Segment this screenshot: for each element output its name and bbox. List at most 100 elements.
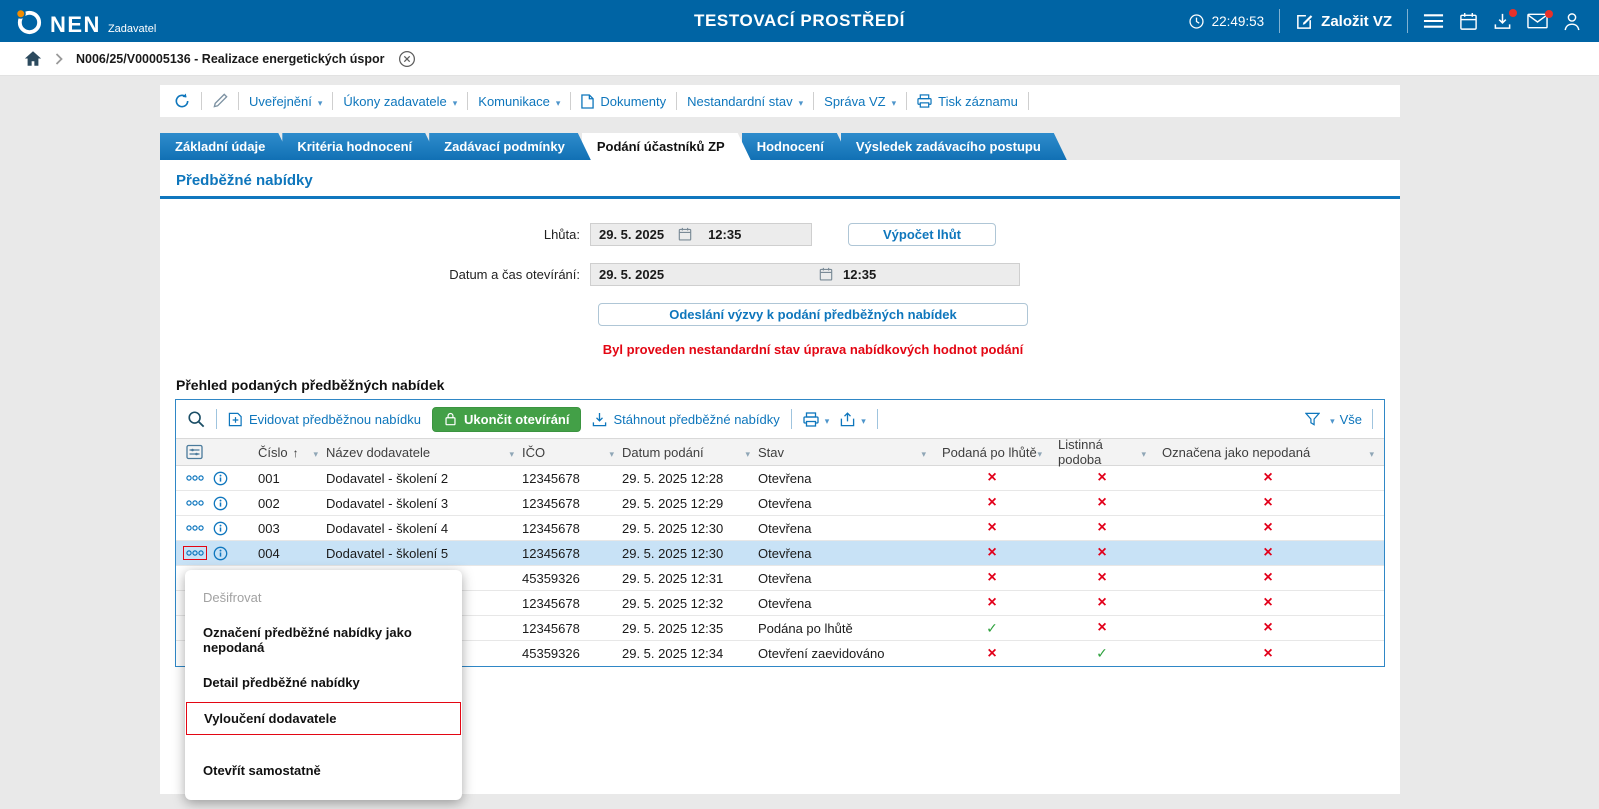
divider xyxy=(201,92,202,110)
cell-stav: Otevřena xyxy=(758,521,934,536)
edit-record-icon[interactable] xyxy=(212,93,228,109)
create-vz-button[interactable]: Založit VZ xyxy=(1295,12,1392,31)
col-header-ico[interactable]: IČO xyxy=(522,445,622,460)
lhuta-time-value[interactable]: 12:35 xyxy=(708,227,741,242)
home-icon[interactable] xyxy=(24,50,42,67)
cell-ico: 12345678 xyxy=(522,546,622,561)
odeslani-vyzvy-button[interactable]: Odeslání výzvy k podání předběžných nabí… xyxy=(598,303,1028,326)
search-icon[interactable] xyxy=(187,410,205,428)
row-actions-icon[interactable] xyxy=(186,524,204,532)
column-menu-icon[interactable] xyxy=(1369,445,1374,460)
column-menu-icon[interactable] xyxy=(921,445,926,460)
printer-icon xyxy=(917,94,932,108)
tab-kriteria-hodnoceni[interactable]: Kritéria hodnocení xyxy=(282,133,438,160)
toolbar-item-nestandardni-stav[interactable]: Nestandardní stav xyxy=(687,94,803,109)
history-icon[interactable] xyxy=(173,92,191,110)
vypocet-lhut-button[interactable]: Výpočet lhůt xyxy=(848,223,996,246)
col-label: Listinná podoba xyxy=(1058,437,1141,467)
col-header-nazev-dodavatele[interactable]: Název dodavatele xyxy=(326,445,522,460)
ukoncit-otevirani-button[interactable]: Ukončit otevírání xyxy=(432,407,581,432)
calendar-picker-icon[interactable] xyxy=(819,267,833,281)
calendar-icon[interactable] xyxy=(1459,12,1478,31)
tab-zadavaci-podminky[interactable]: Zadávací podmínky xyxy=(429,133,591,160)
cell-stav: Otevřena xyxy=(758,471,934,486)
menu-item-vylouceni-dodavatele[interactable]: Vyloučení dodavatele xyxy=(186,702,461,735)
lhuta-datetime-input[interactable]: 29. 5. 2025 12:35 xyxy=(590,223,812,246)
column-menu-icon[interactable] xyxy=(745,445,750,460)
table-row[interactable]: 003 Dodavatel - školení 4 12345678 29. 5… xyxy=(176,516,1384,541)
export-table-button[interactable] xyxy=(840,412,866,427)
user-profile-icon[interactable] xyxy=(1563,12,1581,31)
menu-item-otevrit-samostatne[interactable]: Otevřít samostatně xyxy=(185,753,462,788)
mark-listinna xyxy=(1097,570,1106,585)
column-menu-icon[interactable] xyxy=(1037,445,1042,460)
cell-ico: 45359326 xyxy=(522,571,622,586)
column-menu-icon[interactable] xyxy=(509,445,514,460)
calendar-picker-icon[interactable] xyxy=(678,227,692,241)
col-header-cislo[interactable]: Číslo xyxy=(248,445,326,460)
toolbar-item-uverejneni[interactable]: Uveřejnění xyxy=(249,94,322,109)
print-table-button[interactable] xyxy=(803,412,830,427)
column-menu-icon[interactable] xyxy=(609,445,614,460)
row-info-icon[interactable] xyxy=(213,521,228,536)
cell-cislo: 003 xyxy=(248,521,326,536)
mark-listinna xyxy=(1096,646,1108,661)
breadcrumb-record[interactable]: N006/25/V00005136 - Realizace energetick… xyxy=(76,52,385,66)
toolbar-item-sprava-vz[interactable]: Správa VZ xyxy=(824,94,896,109)
row-actions-icon-highlighted[interactable] xyxy=(186,549,204,557)
column-menu-icon[interactable] xyxy=(313,445,318,460)
col-header-stav[interactable]: Stav xyxy=(758,445,934,460)
stahnout-nabidky-button[interactable]: Stáhnout předběžné nabídky xyxy=(592,412,779,427)
menu-item-desifrovat[interactable]: Dešifrovat xyxy=(185,580,462,615)
table-row[interactable]: 002 Dodavatel - školení 3 12345678 29. 5… xyxy=(176,491,1384,516)
column-settings-icon[interactable] xyxy=(186,444,203,460)
row-info-icon[interactable] xyxy=(213,496,228,511)
mark-po-lhute xyxy=(987,545,996,560)
cell-ico: 12345678 xyxy=(522,471,622,486)
messages-button[interactable] xyxy=(1527,13,1548,29)
menu-item-detail-nabidky[interactable]: Detail předběžné nabídky xyxy=(185,665,462,700)
tab-hodnoceni[interactable]: Hodnocení xyxy=(742,133,850,160)
tab-zakladni-udaje[interactable]: Základní údaje xyxy=(160,133,291,160)
oteviran-datetime-input[interactable]: 29. 5. 2025 12:35 xyxy=(590,263,1020,286)
evidovat-nabidku-button[interactable]: Evidovat předběžnou nabídku xyxy=(228,412,421,427)
lhuta-date-value[interactable]: 29. 5. 2025 xyxy=(591,227,664,242)
toolbar-item-label: Dokumenty xyxy=(600,94,666,109)
divider xyxy=(1279,9,1280,33)
filter-vse-dropdown[interactable]: Vše xyxy=(1330,412,1362,427)
cell-datum: 29. 5. 2025 12:28 xyxy=(622,471,758,486)
row-actions-icon[interactable] xyxy=(186,499,204,507)
col-header-podana-po-lhute[interactable]: Podaná po lhůtě xyxy=(934,445,1050,460)
table-row-selected[interactable]: 004 Dodavatel - školení 5 12345678 29. 5… xyxy=(176,541,1384,566)
toolbar-item-dokumenty[interactable]: Dokumenty xyxy=(581,94,666,109)
oteviran-label: Datum a čas otevírání: xyxy=(160,267,590,282)
col-header-datum-podani[interactable]: Datum podání xyxy=(622,445,758,460)
col-header-oznacena-jako-nepodana[interactable]: Označena jako nepodaná xyxy=(1154,445,1382,460)
row-info-icon[interactable] xyxy=(213,546,228,561)
table-row[interactable]: 001 Dodavatel - školení 2 12345678 29. 5… xyxy=(176,466,1384,491)
breadcrumb: N006/25/V00005136 - Realizace energetick… xyxy=(0,42,1599,76)
nen-home-link[interactable]: NEN Zadavatel xyxy=(14,7,156,36)
oteviran-date-value[interactable]: 29. 5. 2025 xyxy=(591,267,664,282)
tab-vysledek-zadavaciho-postupu[interactable]: Výsledek zadávacího postupu xyxy=(841,133,1067,160)
tab-podani-ucastniku-zp[interactable]: Podání účastníků ZP xyxy=(582,133,751,160)
toolbar-item-tisk-zaznamu[interactable]: Tisk záznamu xyxy=(917,94,1018,109)
divider xyxy=(791,409,792,429)
col-header-listinna-podoba[interactable]: Listinná podoba xyxy=(1050,437,1154,467)
toolbar-item-ukony-zadavatele[interactable]: Úkony zadavatele xyxy=(343,94,457,109)
downloads-button[interactable] xyxy=(1493,12,1512,31)
mark-listinna xyxy=(1097,545,1106,560)
cell-nazev: Dodavatel - školení 5 xyxy=(326,546,522,561)
column-menu-icon[interactable] xyxy=(1141,445,1146,460)
row-info-icon[interactable] xyxy=(213,471,228,486)
filter-icon[interactable] xyxy=(1305,412,1320,426)
close-record-icon[interactable] xyxy=(398,50,416,68)
hamburger-menu-icon[interactable] xyxy=(1423,13,1444,29)
row-actions-icon[interactable] xyxy=(186,474,204,482)
col-label: Číslo xyxy=(258,445,288,460)
mark-nepodana xyxy=(1263,646,1272,661)
oteviran-time-value[interactable]: 12:35 xyxy=(843,267,876,282)
toolbar-item-komunikace[interactable]: Komunikace xyxy=(478,94,560,109)
cell-datum: 29. 5. 2025 12:34 xyxy=(622,646,758,661)
menu-item-oznaceni-jako-nepodana[interactable]: Označení předběžné nabídky jako nepodaná xyxy=(185,615,462,665)
